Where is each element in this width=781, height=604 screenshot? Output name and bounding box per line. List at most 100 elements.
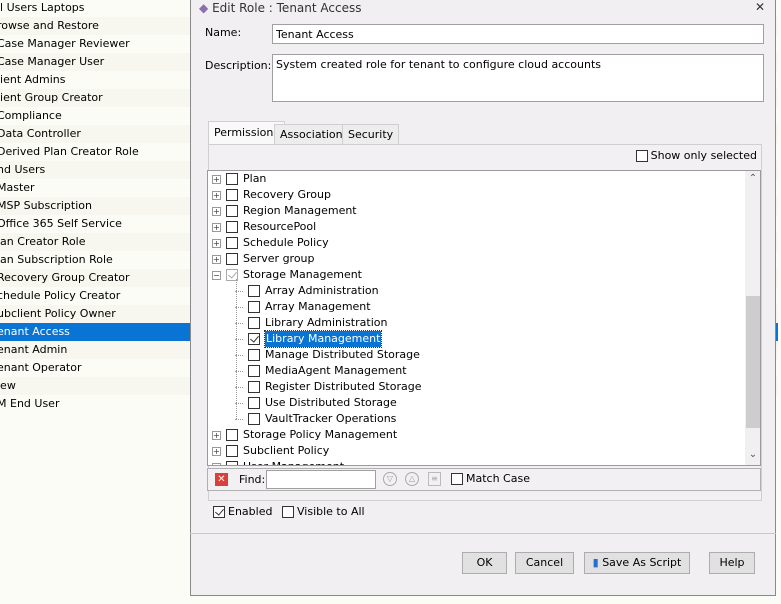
tree-item[interactable]: + Recovery Group	[212, 187, 331, 203]
tree-item-label: Storage Policy Management	[243, 428, 398, 441]
checkbox[interactable]	[226, 253, 238, 265]
description-input[interactable]: System created role for tenant to config…	[272, 54, 764, 102]
scroll-up-icon[interactable]: ⌃	[745, 173, 760, 184]
checkbox[interactable]	[282, 505, 294, 518]
vertical-scrollbar[interactable]: ⌃ ⌄	[745, 171, 760, 465]
divider	[190, 533, 776, 534]
name-input[interactable]: Tenant Access	[272, 24, 764, 44]
find-next-icon[interactable]: ▽	[383, 472, 397, 486]
tree-item[interactable]: + ResourcePool	[212, 219, 316, 235]
checkbox[interactable]	[635, 149, 648, 162]
tree-item-label: Storage Management	[243, 268, 362, 281]
tree-item[interactable]: Library Administration	[235, 315, 387, 331]
tree-item-label: Register Distributed Storage	[265, 380, 422, 393]
expand-icon[interactable]: +	[212, 446, 221, 456]
tree-item-label: Array Administration	[265, 284, 379, 297]
description-label: Description:	[205, 59, 272, 72]
highlight-all-icon[interactable]: ≡	[428, 472, 441, 486]
dialog-title: ◆ Edit Role : Tenant Access	[199, 1, 362, 15]
checkbox[interactable]	[226, 221, 238, 233]
tree-item-label: Recovery Group	[243, 188, 331, 201]
tree-item[interactable]: + Storage Policy Management	[212, 427, 397, 443]
find-input[interactable]	[266, 470, 376, 489]
scroll-down-icon[interactable]: ⌄	[745, 449, 760, 460]
tree-item[interactable]: Register Distributed Storage	[235, 379, 422, 395]
visible-to-all-checkbox[interactable]: Visible to All	[282, 505, 365, 518]
checkbox[interactable]	[226, 429, 238, 441]
checkbox[interactable]	[248, 397, 260, 409]
checkbox[interactable]	[248, 365, 260, 377]
tab-security[interactable]: Security	[342, 124, 400, 144]
find-bar: ✕ Find: ▽ △ ≡ Match Case	[207, 468, 761, 491]
tree-item[interactable]: VaultTracker Operations	[235, 411, 396, 427]
expand-icon[interactable]: +	[212, 430, 221, 440]
tree-item[interactable]: Array Management	[235, 299, 371, 315]
collapse-icon[interactable]: −	[212, 270, 221, 280]
checkbox[interactable]	[213, 505, 225, 518]
tree-item[interactable]: Use Distributed Storage	[235, 395, 397, 411]
tree-item-label: VaultTracker Operations	[265, 412, 397, 425]
script-icon: ▮	[592, 556, 599, 569]
tree-item-label: MediaAgent Management	[265, 364, 407, 377]
tree-item-label: ResourcePool	[243, 220, 317, 233]
expand-icon[interactable]: +	[212, 254, 221, 264]
checkbox[interactable]	[226, 445, 238, 457]
expand-icon[interactable]: +	[212, 206, 221, 216]
save-as-script-button[interactable]: ▮ Save As Script	[584, 552, 690, 574]
tree-item[interactable]: + Plan	[212, 171, 266, 187]
tree-item[interactable]: + Region Management	[212, 203, 357, 219]
expand-icon[interactable]: +	[212, 190, 221, 200]
checkbox[interactable]	[248, 333, 260, 345]
tree-item-label: Use Distributed Storage	[265, 396, 397, 409]
expand-icon[interactable]: +	[212, 174, 221, 184]
name-label: Name:	[205, 26, 242, 39]
show-only-selected-checkbox[interactable]: Show only selected	[635, 149, 757, 162]
tree-item-label: Subclient Policy	[243, 444, 330, 457]
tree-item[interactable]: Array Administration	[235, 283, 379, 299]
checkbox[interactable]	[248, 285, 260, 297]
expand-icon[interactable]: +	[212, 238, 221, 248]
role-icon: ◆	[199, 1, 209, 15]
checkbox[interactable]	[248, 349, 260, 361]
tree-item-label: Plan	[243, 172, 267, 185]
checkbox[interactable]	[226, 173, 238, 185]
tree-item[interactable]: + User Management	[212, 459, 344, 465]
tree-item[interactable]: MediaAgent Management	[235, 363, 407, 379]
enabled-checkbox[interactable]: Enabled	[213, 505, 272, 518]
checkbox[interactable]	[248, 413, 260, 425]
permissions-tree[interactable]: + Plan + Recovery Group + Region Management + R…	[207, 170, 761, 466]
find-label: Find:	[239, 473, 266, 486]
tree-line	[236, 279, 237, 419]
tree-item[interactable]: Manage Distributed Storage	[235, 347, 420, 363]
tree-item-label: Server group	[243, 252, 315, 265]
checkbox[interactable]	[226, 461, 238, 465]
expand-icon[interactable]: +	[212, 462, 221, 465]
close-find-icon[interactable]: ✕	[215, 473, 228, 486]
tree-item-label: Array Management	[265, 300, 371, 313]
tree-item-label: Manage Distributed Storage	[265, 348, 420, 361]
checkbox[interactable]	[226, 189, 238, 201]
checkbox[interactable]	[226, 205, 238, 217]
tree-item[interactable]: Library Management	[235, 330, 383, 348]
tree-item[interactable]: − Storage Management	[212, 267, 362, 283]
tree-item[interactable]: + Server group	[212, 251, 315, 267]
tree-item-label: Library Management	[263, 330, 383, 348]
checkbox[interactable]	[226, 237, 238, 249]
tree-item-label: Library Administration	[265, 316, 388, 329]
match-case-checkbox[interactable]: Match Case	[451, 472, 530, 485]
checkbox[interactable]	[248, 381, 260, 393]
tree-item-label: Schedule Policy	[243, 236, 329, 249]
checkbox[interactable]	[248, 301, 260, 313]
close-icon[interactable]: ✕	[755, 0, 765, 14]
ok-button[interactable]: OK	[462, 552, 507, 574]
expand-icon[interactable]: +	[212, 222, 221, 232]
tree-item[interactable]: + Subclient Policy	[212, 443, 329, 459]
scrollbar-thumb[interactable]	[746, 296, 760, 428]
tree-item-label: User Management	[243, 459, 344, 465]
tree-item[interactable]: + Schedule Policy	[212, 235, 329, 251]
help-button[interactable]: Help	[709, 552, 755, 574]
find-previous-icon[interactable]: △	[405, 472, 419, 486]
checkbox[interactable]	[248, 317, 260, 329]
cancel-button[interactable]: Cancel	[515, 552, 574, 574]
checkbox[interactable]	[451, 472, 463, 485]
